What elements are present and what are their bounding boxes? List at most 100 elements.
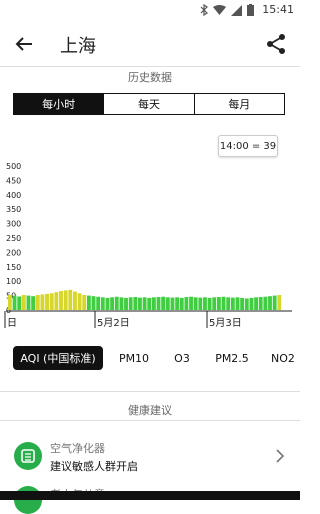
pollutant-no2[interactable]: NO2 xyxy=(266,346,300,370)
status-bar: 15:41 xyxy=(0,0,300,20)
chart-bar[interactable] xyxy=(221,296,226,310)
chart-bar[interactable] xyxy=(189,296,193,310)
chart-bar[interactable] xyxy=(142,297,147,310)
app-bar: 上海 xyxy=(0,22,300,66)
y-tick-label: 200 xyxy=(6,248,21,257)
chart-bar[interactable] xyxy=(203,297,207,310)
back-arrow-icon[interactable] xyxy=(12,32,36,56)
chart-bar[interactable] xyxy=(59,290,63,310)
chart-bar[interactable] xyxy=(133,297,138,310)
chart-bar[interactable] xyxy=(105,297,110,310)
chart-bar[interactable] xyxy=(268,296,272,310)
chart-bar[interactable] xyxy=(12,295,17,310)
chart-bar[interactable] xyxy=(165,297,170,310)
chart-bar[interactable] xyxy=(179,297,184,310)
period-segmented-control: 每小时 每天 每月 xyxy=(13,93,285,115)
chart-bar[interactable] xyxy=(26,295,31,310)
chart-tooltip: 14:00 = 39 xyxy=(218,135,278,157)
share-icon[interactable] xyxy=(264,32,288,56)
chart-bar[interactable] xyxy=(272,295,277,310)
chart-bar[interactable] xyxy=(91,296,96,310)
x-tick-label: 5月2日 xyxy=(97,317,130,328)
bluetooth-icon xyxy=(200,4,208,16)
chart-bar[interactable] xyxy=(226,297,231,310)
chart-bar[interactable] xyxy=(114,296,119,310)
pollutant-aqi[interactable]: AQI (中国标准) xyxy=(13,346,103,370)
chart-bar[interactable] xyxy=(230,297,235,310)
chevron-right-icon xyxy=(276,449,285,463)
aqi-chart: 500450400350300250200150100500 日5月2日5月3日 xyxy=(4,162,292,328)
x-tick-label: 日 xyxy=(7,318,17,328)
chart-bar[interactable] xyxy=(8,295,12,310)
chart-bar[interactable] xyxy=(35,295,40,310)
air-purifier-icon xyxy=(14,442,42,470)
chart-bar[interactable] xyxy=(63,290,68,310)
signal-icon xyxy=(231,4,242,16)
chart-bar[interactable] xyxy=(258,297,263,310)
chart-bar[interactable] xyxy=(212,297,217,310)
y-tick-label: 250 xyxy=(6,234,21,243)
battery-icon xyxy=(247,4,254,16)
chart-bar[interactable] xyxy=(175,297,180,310)
chart-bar[interactable] xyxy=(138,297,142,310)
y-tick-label: 450 xyxy=(6,176,21,185)
chart-bar[interactable] xyxy=(198,297,203,310)
chart-bar[interactable] xyxy=(128,297,133,310)
chart-bar[interactable] xyxy=(156,297,161,310)
chart-bar[interactable] xyxy=(77,293,82,310)
y-tick-label: 100 xyxy=(6,277,21,286)
chart-bar[interactable] xyxy=(31,296,36,310)
chart-bar[interactable] xyxy=(110,297,115,310)
pollutant-pm10[interactable]: PM10 xyxy=(112,346,156,370)
tab-hourly[interactable]: 每小时 xyxy=(14,94,105,114)
chart-bar[interactable] xyxy=(161,296,166,310)
chart-bar[interactable] xyxy=(40,294,45,310)
system-nav-bar xyxy=(0,491,300,500)
chart-bar[interactable] xyxy=(207,297,212,310)
x-tick-label: 5月3日 xyxy=(209,317,242,328)
chart-bar[interactable] xyxy=(119,297,124,310)
chart-bar[interactable] xyxy=(49,293,54,310)
chart-bar[interactable] xyxy=(73,291,77,310)
chart-bar[interactable] xyxy=(235,297,240,310)
chart-bar[interactable] xyxy=(263,296,268,310)
y-tick-label: 150 xyxy=(6,263,21,272)
chart-bar[interactable] xyxy=(86,295,91,310)
advice-item-air-purifier[interactable]: 空气净化器 建议敏感人群开启 xyxy=(0,432,300,482)
y-tick-label: 300 xyxy=(6,220,21,229)
chart-bar[interactable] xyxy=(124,297,128,310)
tab-daily[interactable]: 每天 xyxy=(104,94,195,114)
divider xyxy=(0,391,300,392)
chart-bar[interactable] xyxy=(249,297,254,310)
chart-bar[interactable] xyxy=(45,293,49,310)
chart-bar[interactable] xyxy=(216,297,221,310)
chart-bar[interactable] xyxy=(170,297,175,310)
chart-bar[interactable] xyxy=(147,297,152,310)
chart-bar[interactable] xyxy=(244,298,249,310)
chart-bar[interactable] xyxy=(96,296,101,310)
y-tick-label: 350 xyxy=(6,205,21,214)
advice-title: 空气净化器 xyxy=(50,442,105,455)
divider xyxy=(0,66,300,67)
chart-bar[interactable] xyxy=(17,296,22,310)
advice-subtitle: 建议敏感人群开启 xyxy=(50,460,138,473)
chart-bar[interactable] xyxy=(151,297,156,310)
pollutant-o3[interactable]: O3 xyxy=(164,346,200,370)
tab-monthly[interactable]: 每月 xyxy=(194,94,284,114)
chart-bar[interactable] xyxy=(254,297,258,310)
chart-bar[interactable] xyxy=(82,295,87,310)
status-icons xyxy=(200,4,254,16)
chart-bar[interactable] xyxy=(193,297,198,310)
history-section-label: 历史数据 xyxy=(128,71,172,84)
chart-bar[interactable] xyxy=(100,297,105,310)
chart-bar[interactable] xyxy=(21,295,26,310)
page-title: 上海 xyxy=(60,36,96,57)
y-tick-label: 500 xyxy=(6,162,21,171)
chart-bar[interactable] xyxy=(184,297,189,310)
chart-bar[interactable] xyxy=(240,297,245,310)
pollutant-pm25[interactable]: PM2.5 xyxy=(210,346,254,370)
pollutant-selector: AQI (中国标准) PM10 O3 PM2.5 NO2 xyxy=(0,346,300,372)
chart-bar[interactable] xyxy=(277,295,282,310)
chart-bar[interactable] xyxy=(54,292,59,310)
chart-bar[interactable] xyxy=(68,289,73,310)
